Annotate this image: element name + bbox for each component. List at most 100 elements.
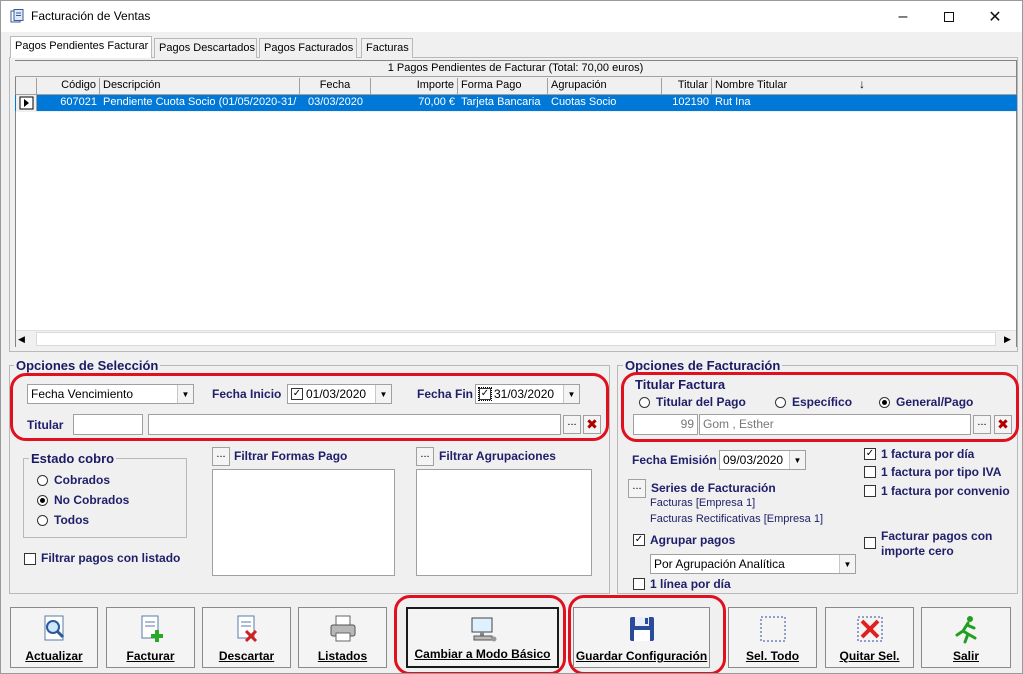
factura-por-convenio-label[interactable]: 1 factura por convenio (881, 484, 1010, 498)
minimize-icon[interactable]: – (880, 1, 926, 32)
listados-label: Listados (317, 649, 368, 663)
series-label: Series de Facturación (651, 481, 776, 495)
horizontal-scrollbar[interactable]: ◀ ▶ (16, 330, 1016, 347)
grid-caption: 1 Pagos Pendientes de Facturar (Total: 7… (15, 61, 1016, 77)
tab-pagos-facturados[interactable]: Pagos Facturados (259, 38, 357, 58)
tab-pagos-pendientes[interactable]: Pagos Pendientes Facturar (10, 36, 152, 58)
column-header-codigo[interactable]: Código (37, 78, 100, 95)
titular-clear-icon[interactable]: ✖ (583, 415, 601, 434)
agrupar-pagos-label[interactable]: Agrupar pagos (650, 533, 735, 547)
radio-no-cobrados-label[interactable]: No Cobrados (54, 493, 129, 507)
column-header-forma-pago[interactable]: Forma Pago (458, 78, 548, 95)
chevron-down-icon[interactable]: ▼ (839, 555, 855, 573)
deselect-icon (857, 616, 882, 642)
facturacion-window: Facturación de Ventas – ✕ Pagos Pendient… (0, 0, 1023, 674)
actualizar-button[interactable]: Actualizar (10, 607, 98, 668)
fecha-emision-value: 09/03/2020 (723, 453, 784, 467)
cell-nombre-titular: Rut Ina (715, 96, 751, 108)
radio-cobrados[interactable] (37, 475, 48, 486)
radio-cobrados-label[interactable]: Cobrados (54, 473, 110, 487)
radio-especifico[interactable] (775, 397, 786, 408)
series-item: Facturas Rectificativas [Empresa 1] (650, 513, 824, 525)
factura-por-dia-label[interactable]: 1 factura por día (881, 447, 974, 461)
radio-especifico-label[interactable]: Específico (792, 395, 852, 409)
cell-importe: 70,00 € (418, 96, 455, 108)
descartar-label: Descartar (218, 649, 275, 663)
quitar-sel-button[interactable]: Quitar Sel. (825, 607, 914, 668)
salir-label: Salir (952, 649, 979, 663)
agrupaciones-list[interactable] (416, 469, 592, 576)
series-browse-button[interactable]: ... (628, 479, 646, 498)
tab-facturas[interactable]: Facturas (361, 38, 413, 58)
chevron-down-icon[interactable]: ▼ (177, 385, 193, 403)
filtrar-listado-checkbox[interactable] (24, 553, 36, 565)
column-header-descripcion[interactable]: Descripción (100, 78, 300, 95)
cambiar-modo-basico-button[interactable]: Cambiar a Modo Básico (406, 607, 559, 668)
scroll-left-icon[interactable]: ◀ (18, 334, 25, 345)
fecha-inicio-picker[interactable]: ✓ 01/03/2020 ▼ (287, 384, 392, 404)
radio-general-pago[interactable] (879, 397, 890, 408)
scroll-right-icon[interactable]: ▶ (1004, 334, 1011, 345)
factura-por-dia-checkbox[interactable]: ✓ (864, 448, 876, 460)
close-icon[interactable]: ✕ (972, 1, 1018, 32)
fact-titular-browse-button[interactable]: ... (973, 415, 991, 434)
radio-titular-pago-label[interactable]: Titular del Pago (656, 395, 746, 409)
fecha-fin-value: 31/03/2020 (494, 387, 555, 401)
fecha-tipo-select[interactable]: Fecha Vencimiento ▼ (27, 384, 194, 404)
factura-por-iva-label[interactable]: 1 factura por tipo IVA (881, 465, 1001, 479)
estado-cobro-title: Estado cobro (29, 451, 117, 466)
linea-por-dia-checkbox[interactable] (633, 578, 645, 590)
fecha-inicio-checkbox[interactable]: ✓ (291, 388, 303, 400)
fecha-fin-checkbox[interactable]: ✓ (478, 387, 492, 401)
facturar-button[interactable]: Facturar (106, 607, 195, 668)
radio-todos[interactable] (37, 515, 48, 526)
fecha-inicio-label: Fecha Inicio (212, 387, 282, 401)
guardar-configuracion-button[interactable]: Guardar Configuración (573, 607, 710, 668)
titular-browse-button[interactable]: ... (563, 415, 581, 434)
window-title: Facturación de Ventas (31, 9, 151, 23)
formas-pago-list[interactable] (212, 469, 395, 576)
fecha-inicio-value: 01/03/2020 (306, 387, 367, 401)
radio-general-pago-label[interactable]: General/Pago (896, 395, 973, 409)
column-header-fecha[interactable]: Fecha (300, 78, 371, 95)
titular-code-field[interactable] (73, 414, 143, 435)
cell-descripcion: Pendiente Cuota Socio (01/05/2020-31/ (103, 96, 297, 108)
fecha-emision-picker[interactable]: 09/03/2020 ▼ (719, 450, 806, 470)
facturar-importe-cero-checkbox[interactable] (864, 537, 876, 549)
fact-titular-code-field[interactable]: 99 (633, 414, 698, 435)
factura-por-convenio-checkbox[interactable] (864, 485, 876, 497)
sel-todo-button[interactable]: Sel. Todo (728, 607, 817, 668)
descartar-button[interactable]: Descartar (202, 607, 291, 668)
scroll-track[interactable] (36, 332, 996, 346)
linea-por-dia-label[interactable]: 1 línea por día (650, 577, 731, 591)
computer-icon (471, 617, 496, 642)
app-document-icon (10, 9, 24, 23)
radio-titular-pago[interactable] (639, 397, 650, 408)
titular-name-field[interactable] (148, 414, 561, 435)
chevron-down-icon[interactable]: ▼ (563, 385, 579, 403)
printer-icon (330, 615, 355, 642)
row-pointer-icon (19, 96, 34, 110)
listados-button[interactable]: Listados (298, 607, 387, 668)
fact-titular-clear-icon[interactable]: ✖ (994, 415, 1012, 434)
chevron-down-icon[interactable]: ▼ (789, 451, 805, 469)
filtrar-listado-label[interactable]: Filtrar pagos con listado (41, 551, 180, 565)
fact-titular-name-field[interactable]: Gom , Esther (699, 414, 971, 435)
filtrar-formas-pago-button[interactable]: ... (212, 447, 230, 466)
agrupar-pagos-checkbox[interactable]: ✓ (633, 534, 645, 546)
factura-por-iva-checkbox[interactable] (864, 466, 876, 478)
radio-todos-label[interactable]: Todos (54, 513, 89, 527)
filtrar-agrupaciones-button[interactable]: ... (416, 447, 434, 466)
agrupacion-select[interactable]: Por Agrupación Analítica ▼ (650, 554, 856, 574)
column-header-titular[interactable]: Titular (662, 78, 712, 95)
salir-button[interactable]: Salir (921, 607, 1011, 668)
maximize-icon[interactable] (926, 1, 972, 32)
radio-no-cobrados[interactable] (37, 495, 48, 506)
column-header-agrupacion[interactable]: Agrupación (548, 78, 662, 95)
chevron-down-icon[interactable]: ▼ (375, 385, 391, 403)
tab-pagos-descartados[interactable]: Pagos Descartados (154, 38, 257, 58)
column-header-importe[interactable]: Importe (371, 78, 458, 95)
fecha-fin-picker[interactable]: ✓ 31/03/2020 ▼ (475, 384, 580, 404)
facturar-importe-cero-label[interactable]: Facturar pagos con importe cero (881, 529, 1001, 559)
title-bar (1, 1, 1022, 32)
